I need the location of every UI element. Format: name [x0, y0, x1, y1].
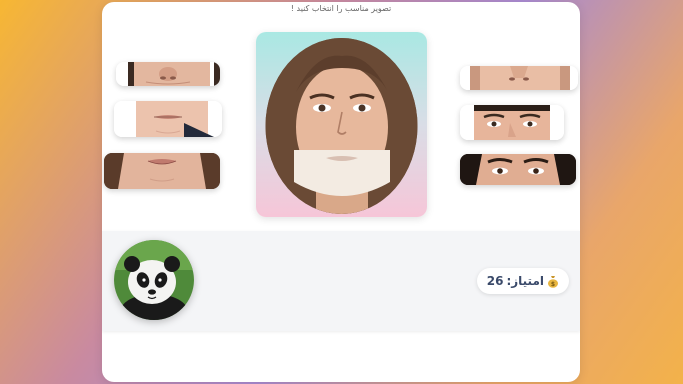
panda-icon [114, 240, 194, 320]
left-strip-nose[interactable] [116, 62, 220, 86]
panda-avatar [114, 240, 194, 320]
target-portrait-panel [256, 32, 427, 217]
right-strip-brows[interactable] [460, 154, 576, 185]
right-strip-chin[interactable] [460, 66, 578, 90]
eyes-image [460, 105, 564, 140]
nose-image [116, 62, 220, 86]
brows-image [460, 154, 576, 185]
left-strip-lips[interactable] [104, 153, 220, 189]
money-bag-icon: $ [547, 275, 559, 288]
mouth-image [114, 101, 222, 137]
score-value: 26 [486, 274, 504, 288]
left-strip-mouth[interactable] [114, 101, 222, 137]
chin-image [460, 66, 578, 90]
right-strip-eyes[interactable] [460, 105, 564, 140]
score-badge: $ امتیاز: 26 [476, 268, 569, 294]
lips-image [104, 153, 220, 189]
svg-text:$: $ [551, 281, 555, 288]
game-card: تصویر مناسب را انتخاب کنید ! $ امتیاز: 2… [102, 2, 580, 382]
score-label: امتیاز: [506, 274, 544, 288]
player-bar: $ امتیاز: 26 [102, 231, 580, 331]
portrait-image [265, 38, 418, 214]
instruction-text: تصویر مناسب را انتخاب کنید ! [290, 4, 392, 13]
